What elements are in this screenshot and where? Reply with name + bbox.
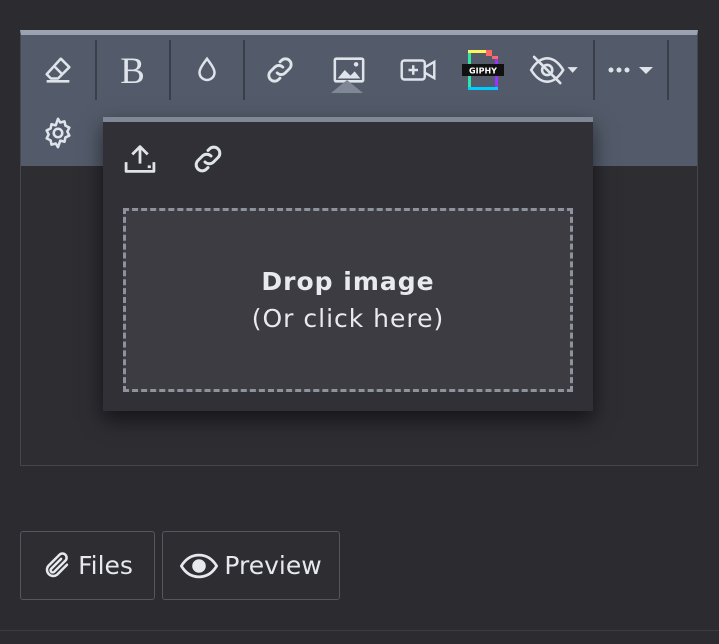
droplet-icon xyxy=(198,56,216,82)
popup-caret xyxy=(331,80,363,93)
gear-icon xyxy=(45,117,71,149)
files-button-label: Files xyxy=(78,551,133,580)
link-button[interactable] xyxy=(245,40,315,100)
link-tab[interactable] xyxy=(189,140,227,178)
preview-button-label: Preview xyxy=(224,551,322,580)
more-icon xyxy=(608,67,653,74)
toolbar-row-2 xyxy=(21,105,95,161)
dropzone-title: Drop image xyxy=(261,267,435,296)
video-button[interactable] xyxy=(383,40,453,100)
link-icon xyxy=(267,57,293,83)
eye-off-icon xyxy=(529,55,578,85)
eraser-icon xyxy=(45,57,71,83)
upload-tab[interactable] xyxy=(121,140,159,178)
image-dropzone[interactable]: Drop image (Or click here) xyxy=(123,208,573,392)
clear-formatting-button[interactable] xyxy=(21,40,95,100)
giphy-button[interactable]: GIPHY xyxy=(453,40,513,100)
svg-text:B: B xyxy=(120,53,145,87)
paperclip-icon xyxy=(45,551,69,577)
color-button[interactable] xyxy=(171,40,243,100)
spoiler-button[interactable] xyxy=(513,40,593,100)
upload-icon xyxy=(124,145,156,173)
video-icon xyxy=(400,59,436,81)
dropzone-subtitle: (Or click here) xyxy=(251,304,445,333)
popup-tabs xyxy=(121,140,227,178)
giphy-label: GIPHY xyxy=(469,67,497,76)
link-icon xyxy=(194,145,222,173)
giphy-logo-icon: GIPHY xyxy=(462,50,504,90)
more-button[interactable] xyxy=(595,40,667,100)
divider xyxy=(0,630,719,631)
settings-button[interactable] xyxy=(21,105,95,161)
toolbar-separator xyxy=(667,40,669,100)
bold-button[interactable]: B xyxy=(97,40,169,100)
image-upload-popup: Drop image (Or click here) xyxy=(103,117,593,411)
eye-icon xyxy=(180,553,219,578)
files-button[interactable]: Files xyxy=(20,531,155,600)
bold-icon: B xyxy=(120,53,145,87)
preview-button[interactable]: Preview xyxy=(162,531,340,600)
